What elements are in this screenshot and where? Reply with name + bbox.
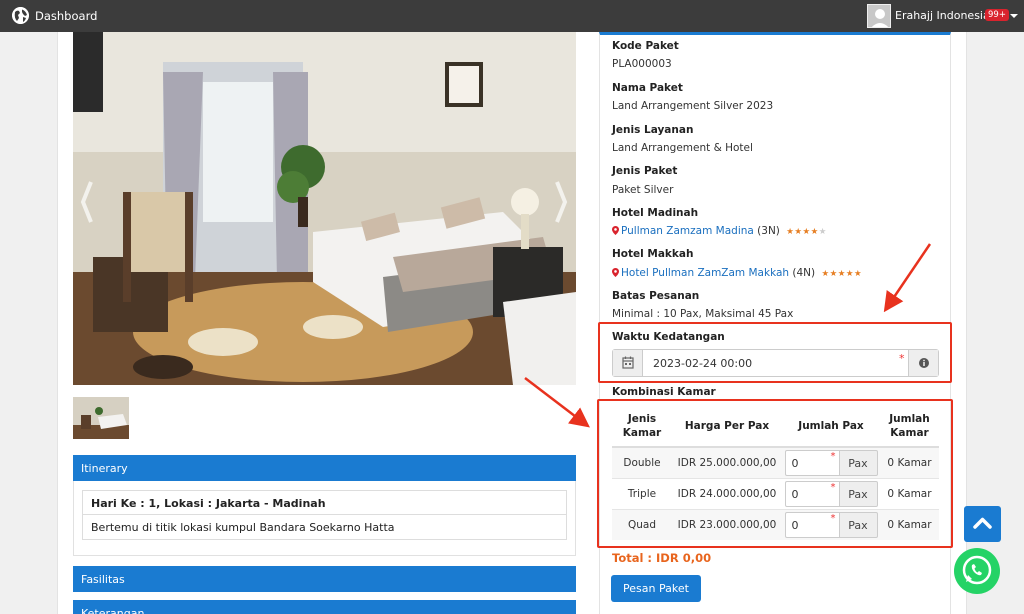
makkah-nights: (4N) [792, 267, 816, 279]
batas-label: Batas Pesanan [612, 290, 700, 302]
dashboard-link[interactable]: Dashboard [35, 9, 97, 23]
madinah-label: Hotel Madinah [612, 207, 699, 219]
fasilitas-header[interactable]: Fasilitas [73, 566, 576, 592]
whatsapp-button[interactable] [954, 548, 1000, 594]
map-pin-icon [612, 268, 619, 277]
highlight-box-rooms [597, 399, 953, 548]
map-pin-icon [612, 226, 619, 235]
kombinasi-label: Kombinasi Kamar [612, 386, 716, 398]
user-name[interactable]: Erahajj Indonesia [895, 9, 990, 22]
itinerary-desc: Bertemu di titik lokasi kumpul Bandara S… [91, 521, 395, 534]
nama-value: Land Arrangement Silver 2023 [612, 100, 774, 112]
makkah-label: Hotel Makkah [612, 248, 694, 260]
layanan-label: Jenis Layanan [612, 124, 694, 136]
image-thumbnail[interactable] [73, 397, 129, 439]
chevron-down-icon[interactable] [1010, 14, 1018, 18]
batas-value: Minimal : 10 Pax, Maksimal 45 Pax [612, 308, 794, 320]
highlight-box-arrival [598, 322, 952, 383]
jenis-value: Paket Silver [612, 184, 674, 196]
itinerary-header[interactable]: Itinerary [73, 455, 576, 481]
jenis-label: Jenis Paket [612, 165, 678, 177]
makkah-hotel-link[interactable]: Hotel Pullman ZamZam Makkah [621, 267, 789, 279]
madinah-nights: (3N) [757, 225, 780, 237]
madinah-hotel-link[interactable]: Pullman Zamzam Madina [621, 225, 754, 237]
chevron-up-icon [973, 517, 992, 529]
itinerary-day: Hari Ke : 1, Lokasi : Jakarta - Madinah [83, 491, 566, 515]
top-navbar: Dashboard Erahajj Indonesia 99+ [0, 0, 1024, 32]
kode-label: Kode Paket [612, 40, 679, 52]
nama-label: Nama Paket [612, 82, 683, 94]
globe-icon[interactable] [12, 7, 29, 24]
layanan-value: Land Arrangement & Hotel [612, 142, 753, 154]
itinerary-table: Hari Ke : 1, Lokasi : Jakarta - Madinah … [82, 490, 567, 540]
makkah-value: Hotel Pullman ZamZam Makkah (4N) ★★★★★ [612, 267, 862, 279]
hotel-room-image [73, 32, 576, 385]
makkah-star-rating: ★★★★★ [821, 269, 863, 279]
madinah-value: Pullman Zamzam Madina (3N) ★★★★★ [612, 225, 827, 237]
whatsapp-icon [962, 555, 992, 585]
total-price: Total : IDR 0,00 [612, 551, 712, 565]
keterangan-header[interactable]: Keterangan [73, 600, 576, 614]
notification-badge[interactable]: 99+ [985, 9, 1009, 21]
kode-value: PLA000003 [612, 58, 672, 70]
madinah-star-rating: ★★★★★ [786, 227, 827, 237]
scroll-to-top-button[interactable] [964, 506, 1001, 542]
pesan-paket-button[interactable]: Pesan Paket [611, 575, 701, 602]
user-avatar[interactable] [867, 4, 891, 28]
